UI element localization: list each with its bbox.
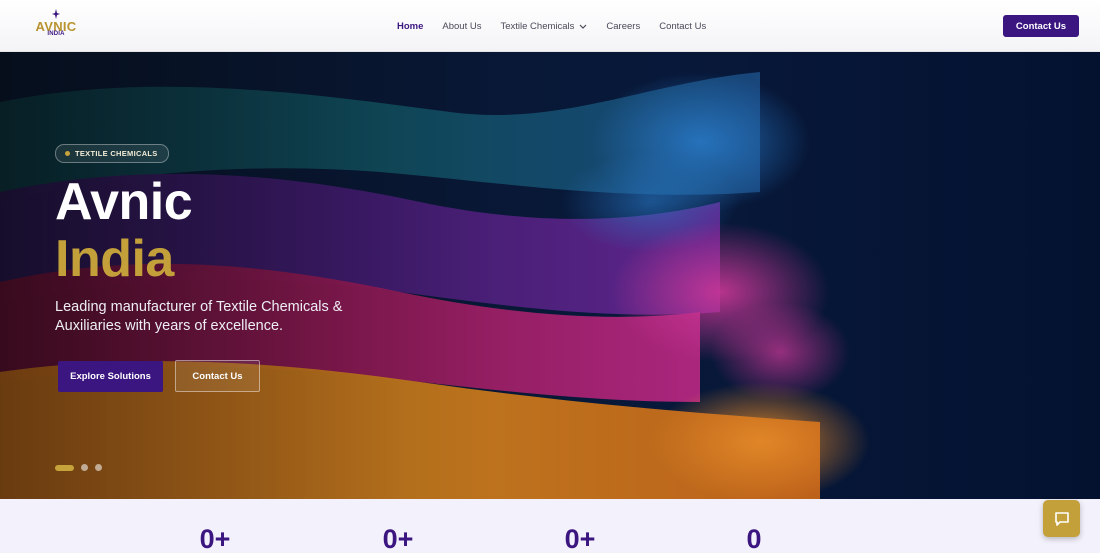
hero-contact-button[interactable]: Contact Us xyxy=(175,360,260,392)
nav-item-textile-chemicals[interactable]: Textile Chemicals xyxy=(500,21,587,32)
stat-value-2: 0+ xyxy=(382,524,414,554)
logo-subtext: INDIA xyxy=(47,31,65,37)
chevron-down-icon xyxy=(579,24,587,29)
nav-item-home[interactable]: Home xyxy=(397,21,423,32)
hero-slider: TEXTILE CHEMICALS Avnic India Leading ma… xyxy=(0,52,1100,499)
main-nav: Home About Us Textile Chemicals Careers … xyxy=(397,0,725,52)
logo-star-icon xyxy=(52,9,60,19)
hero-badge: TEXTILE CHEMICALS xyxy=(55,144,169,163)
nav-item-textile-chemicals-label: Textile Chemicals xyxy=(500,20,575,32)
hero-description: Leading manufacturer of Textile Chemical… xyxy=(55,299,343,334)
slider-dot-1[interactable] xyxy=(55,464,74,471)
stat-value-4: 0 xyxy=(746,524,762,554)
explore-solutions-button[interactable]: Explore Solutions xyxy=(58,361,163,392)
brand-logo[interactable]: AVNIC INDIA xyxy=(34,9,78,41)
stats-section: 0+ 0+ 0+ 0 xyxy=(0,499,1100,554)
badge-label: TEXTILE CHEMICALS xyxy=(75,149,158,158)
chat-button[interactable] xyxy=(1043,500,1080,537)
chat-bubble-icon xyxy=(1054,511,1069,526)
badge-dot-icon xyxy=(65,151,70,156)
nav-item-contact[interactable]: Contact Us xyxy=(659,21,706,32)
nav-item-careers[interactable]: Careers xyxy=(606,21,640,32)
slider-dot-3[interactable] xyxy=(95,464,102,471)
slider-dot-2[interactable] xyxy=(81,464,88,471)
nav-item-about[interactable]: About Us xyxy=(442,21,481,32)
header-contact-button[interactable]: Contact Us xyxy=(1003,15,1079,37)
slider-dots xyxy=(55,464,109,471)
site-header: AVNIC INDIA Home About Us Textile Chemic… xyxy=(0,0,1100,52)
hero-title-line1: Avnic xyxy=(55,173,193,231)
hero-title-line2: India xyxy=(55,230,174,288)
stat-value-3: 0+ xyxy=(564,524,596,554)
stat-value-1: 0+ xyxy=(199,524,231,554)
